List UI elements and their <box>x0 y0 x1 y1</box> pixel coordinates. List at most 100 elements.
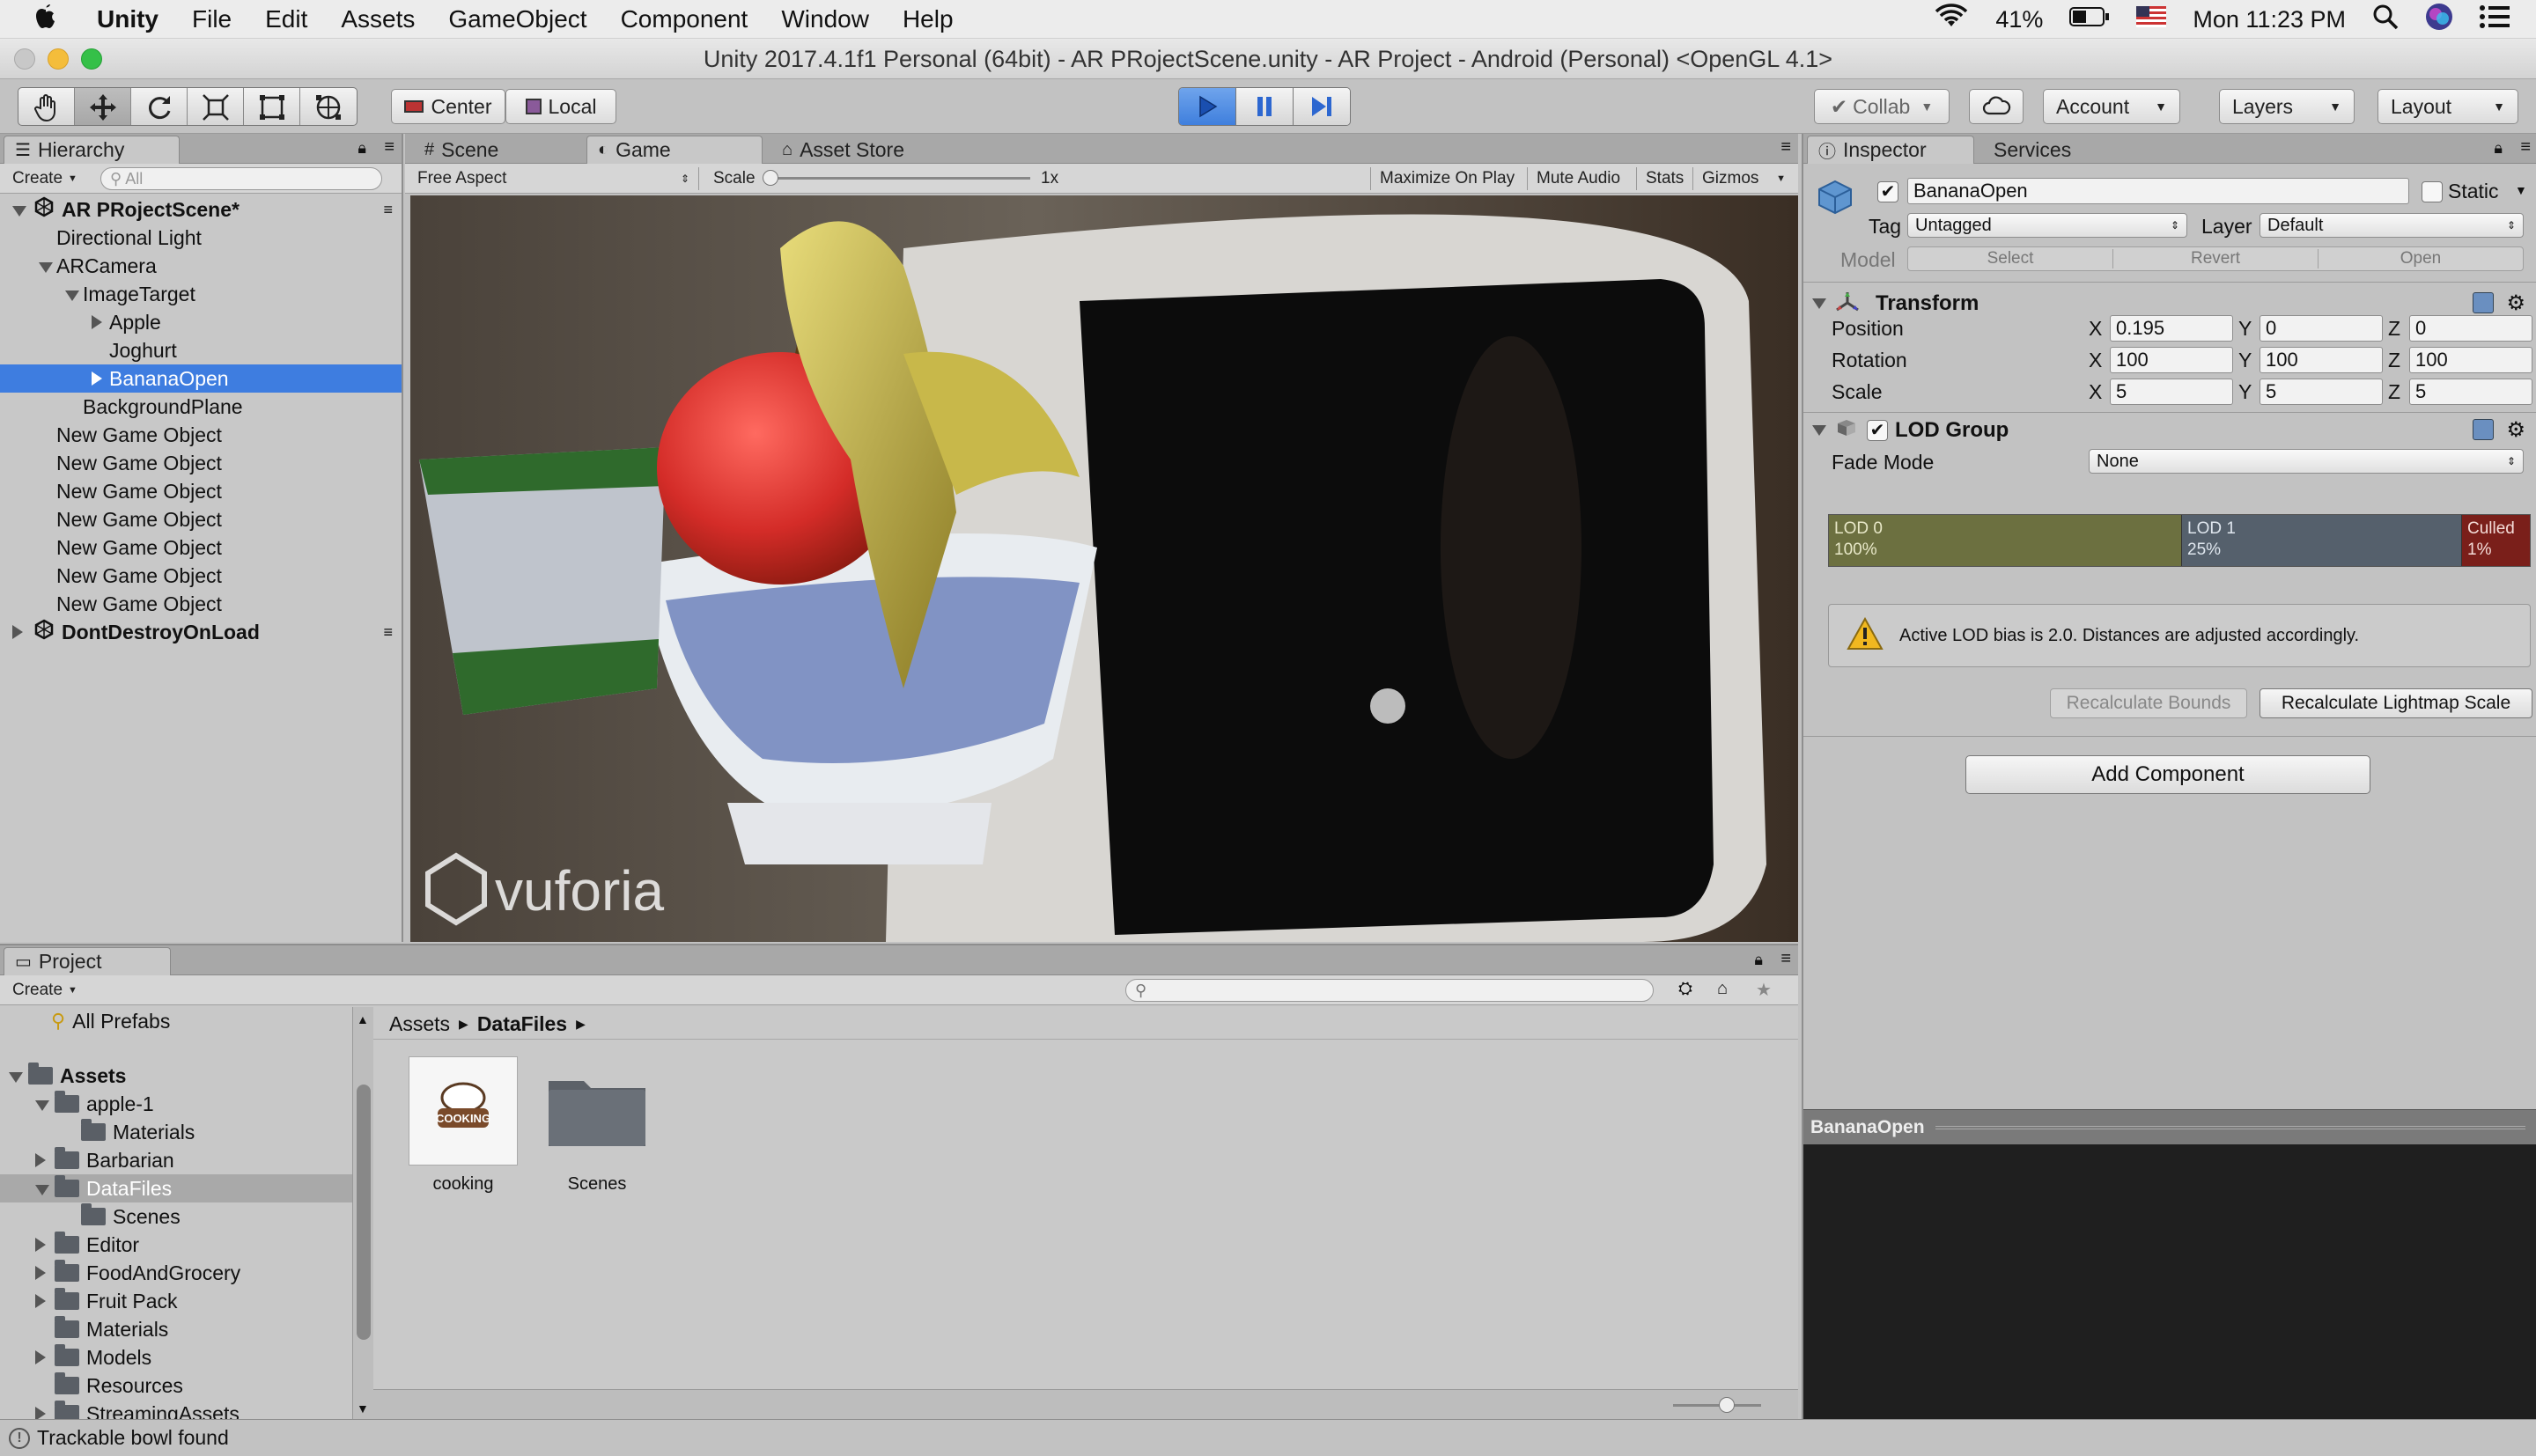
tab-asset-store[interactable]: ⌂ Asset Store <box>771 136 983 164</box>
axis-x-label[interactable]: X <box>2089 380 2102 404</box>
lod-group-enabled-checkbox[interactable]: ✔ <box>1867 420 1888 441</box>
play-button[interactable] <box>1179 88 1236 125</box>
hierarchy-row[interactable]: New Game Object <box>0 505 402 533</box>
layer-dropdown[interactable]: Default ⇕ <box>2260 213 2524 238</box>
static-checkbox[interactable] <box>2422 181 2443 202</box>
filter-by-label-icon[interactable]: ⌂ <box>1717 979 1728 999</box>
hierarchy-row[interactable]: New Game Object <box>0 421 402 449</box>
preview-header[interactable]: BananaOpen <box>1803 1109 2536 1144</box>
lod-culled-segment[interactable]: Culled 1% <box>2461 515 2530 566</box>
axis-y-label[interactable]: Y <box>2238 317 2252 341</box>
menu-app-unity[interactable]: Unity <box>97 5 158 33</box>
hierarchy-row[interactable]: BananaOpen <box>0 364 402 393</box>
breadcrumb-datafiles[interactable]: DataFiles <box>477 1012 567 1036</box>
transform-scale-y-field[interactable]: 5 <box>2260 379 2383 405</box>
hierarchy-row[interactable]: New Game Object <box>0 533 402 562</box>
project-tree-row[interactable]: Materials <box>0 1118 352 1146</box>
scale-slider[interactable] <box>763 170 1030 186</box>
project-create-button[interactable]: Create ▼ <box>4 979 86 1002</box>
breadcrumb-assets[interactable]: Assets <box>389 1012 450 1036</box>
spotlight-search-icon[interactable] <box>2372 4 2399 36</box>
scroll-down-arrow-icon[interactable]: ▼ <box>357 1401 369 1416</box>
hierarchy-row[interactable]: Apple <box>0 308 402 336</box>
gizmos-dropdown[interactable]: Gizmos ▼ <box>1692 167 1795 190</box>
asset-item-cooking[interactable]: COOKING cooking <box>409 1056 518 1195</box>
transform-scale-z-field[interactable]: 5 <box>2409 379 2532 405</box>
menu-assets[interactable]: Assets <box>341 5 415 33</box>
project-search-input[interactable]: ⚲ <box>1125 979 1654 1002</box>
hierarchy-row[interactable]: New Game Object <box>0 562 402 590</box>
transform-position-y-field[interactable]: 0 <box>2260 315 2383 342</box>
pivot-center-button[interactable]: Center <box>391 89 505 124</box>
project-tree-row[interactable]: FoodAndGrocery <box>0 1259 352 1287</box>
expand-arrow-icon[interactable] <box>65 290 79 301</box>
expand-arrow-icon[interactable] <box>12 205 26 217</box>
project-tree-row[interactable]: Editor <box>0 1231 352 1259</box>
collapse-arrow-icon[interactable] <box>35 1349 46 1364</box>
transform-scale-x-field[interactable]: 5 <box>2110 379 2233 405</box>
pivot-local-button[interactable]: Local <box>505 89 616 124</box>
hierarchy-row[interactable]: Joghurt <box>0 336 402 364</box>
axis-z-label[interactable]: Z <box>2388 317 2400 341</box>
lod-1-segment[interactable]: LOD 1 25% <box>2181 515 2461 566</box>
axis-x-label[interactable]: X <box>2089 317 2102 341</box>
collapse-arrow-icon[interactable] <box>12 624 23 639</box>
status-bar[interactable]: ! Trackable bowl found <box>0 1419 2536 1456</box>
expand-arrow-icon[interactable] <box>35 1184 49 1195</box>
scale-slider-thumb[interactable] <box>763 170 778 186</box>
filter-by-type-icon[interactable]: ⛭ <box>1678 979 1692 999</box>
tab-services[interactable]: Services <box>1983 136 2124 164</box>
tab-game[interactable]: ◐ Game <box>586 136 763 164</box>
step-button[interactable] <box>1294 88 1350 125</box>
gear-icon[interactable]: ⚙ <box>2506 290 2525 316</box>
help-book-icon[interactable] <box>2473 419 2494 440</box>
transform-rotation-y-field[interactable]: 100 <box>2260 347 2383 373</box>
scale-tool-button[interactable] <box>188 88 244 125</box>
expand-arrow-icon[interactable] <box>9 1071 23 1083</box>
tab-scene[interactable]: # Scene <box>414 136 590 164</box>
recalculate-lightmap-scale-button[interactable]: Recalculate Lightmap Scale <box>2260 688 2532 718</box>
collapse-arrow-icon[interactable] <box>35 1293 46 1308</box>
scroll-thumb[interactable] <box>357 1085 371 1340</box>
active-checkbox[interactable]: ✔ <box>1877 181 1898 202</box>
layers-dropdown[interactable]: Layers ▼ <box>2219 89 2355 124</box>
model-open-button[interactable]: Open <box>2319 249 2523 268</box>
panel-menu-icon[interactable]: ≡ <box>2520 137 2531 158</box>
tab-project[interactable]: ▭ Project <box>4 947 171 975</box>
project-tree-row[interactable]: Materials <box>0 1315 352 1343</box>
menu-window[interactable]: Window <box>781 5 869 33</box>
hierarchy-search-input[interactable]: ⚲ All <box>100 167 382 190</box>
lod-bar[interactable]: LOD 0 100% LOD 1 25% Culled 1% <box>1828 514 2531 567</box>
project-tree-scrollbar[interactable]: ▲ ▼ <box>352 1007 373 1421</box>
notification-center-icon[interactable] <box>2480 4 2510 34</box>
apple-icon[interactable] <box>33 3 58 35</box>
hierarchy-create-button[interactable]: Create ▼ <box>4 167 86 190</box>
hierarchy-row[interactable]: New Game Object <box>0 477 402 505</box>
project-tree-row[interactable]: StreamingAssets <box>0 1400 352 1421</box>
axis-y-label[interactable]: Y <box>2238 380 2252 404</box>
panel-menu-icon[interactable]: ≡ <box>1780 137 1791 158</box>
project-tree-row[interactable]: Resources <box>0 1371 352 1400</box>
project-tree-row[interactable]: Fruit Pack <box>0 1287 352 1315</box>
recalculate-bounds-button[interactable]: Recalculate Bounds <box>2050 688 2247 718</box>
collapse-arrow-icon[interactable] <box>35 1237 46 1252</box>
model-revert-button[interactable]: Revert <box>2113 249 2319 268</box>
maximize-on-play-button[interactable]: Maximize On Play <box>1370 167 1523 190</box>
collapse-arrow-icon[interactable] <box>35 1265 46 1280</box>
lock-icon[interactable]: 🔒︎ <box>1754 951 1763 969</box>
pause-button[interactable] <box>1236 88 1294 125</box>
axis-z-label[interactable]: Z <box>2388 349 2400 372</box>
axis-x-label[interactable]: X <box>2089 349 2102 372</box>
panel-menu-icon[interactable]: ≡ <box>1780 949 1791 969</box>
gear-icon[interactable]: ⚙ <box>2506 417 2525 443</box>
lod-0-segment[interactable]: LOD 0 100% <box>1829 515 2181 566</box>
expand-arrow-icon[interactable] <box>39 261 53 273</box>
menu-gameobject[interactable]: GameObject <box>448 5 586 33</box>
transform-rotation-z-field[interactable]: 100 <box>2409 347 2532 373</box>
tag-dropdown[interactable]: Untagged ⇕ <box>1907 213 2187 238</box>
collapse-arrow-icon[interactable] <box>1812 298 1826 309</box>
menu-file[interactable]: File <box>192 5 232 33</box>
hierarchy-row[interactable]: New Game Object <box>0 590 402 618</box>
project-tree-row[interactable]: Assets <box>0 1062 352 1090</box>
game-view-render[interactable]: vuforia <box>410 195 1798 942</box>
